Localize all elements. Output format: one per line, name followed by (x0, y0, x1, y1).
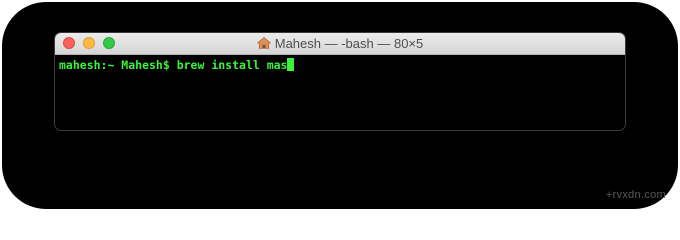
site-watermark: +rvxdn.com (605, 189, 666, 201)
shell-prompt: mahesh:~ Mahesh$ (59, 58, 177, 72)
text-cursor (287, 58, 295, 71)
window-title-text: Mahesh — -bash — 80×5 (274, 36, 424, 51)
screenshot-stage: Mahesh — -bash — 80×5 mahesh:~ Mahesh$ b… (0, 0, 680, 211)
window-title: Mahesh — -bash — 80×5 (55, 36, 625, 51)
home-icon (256, 37, 271, 49)
terminal-output[interactable]: mahesh:~ Mahesh$ brew install mas (55, 55, 625, 75)
typed-command: brew install mas (176, 58, 288, 72)
terminal-window: Mahesh — -bash — 80×5 mahesh:~ Mahesh$ b… (55, 33, 625, 130)
window-titlebar[interactable]: Mahesh — -bash — 80×5 (55, 33, 625, 55)
